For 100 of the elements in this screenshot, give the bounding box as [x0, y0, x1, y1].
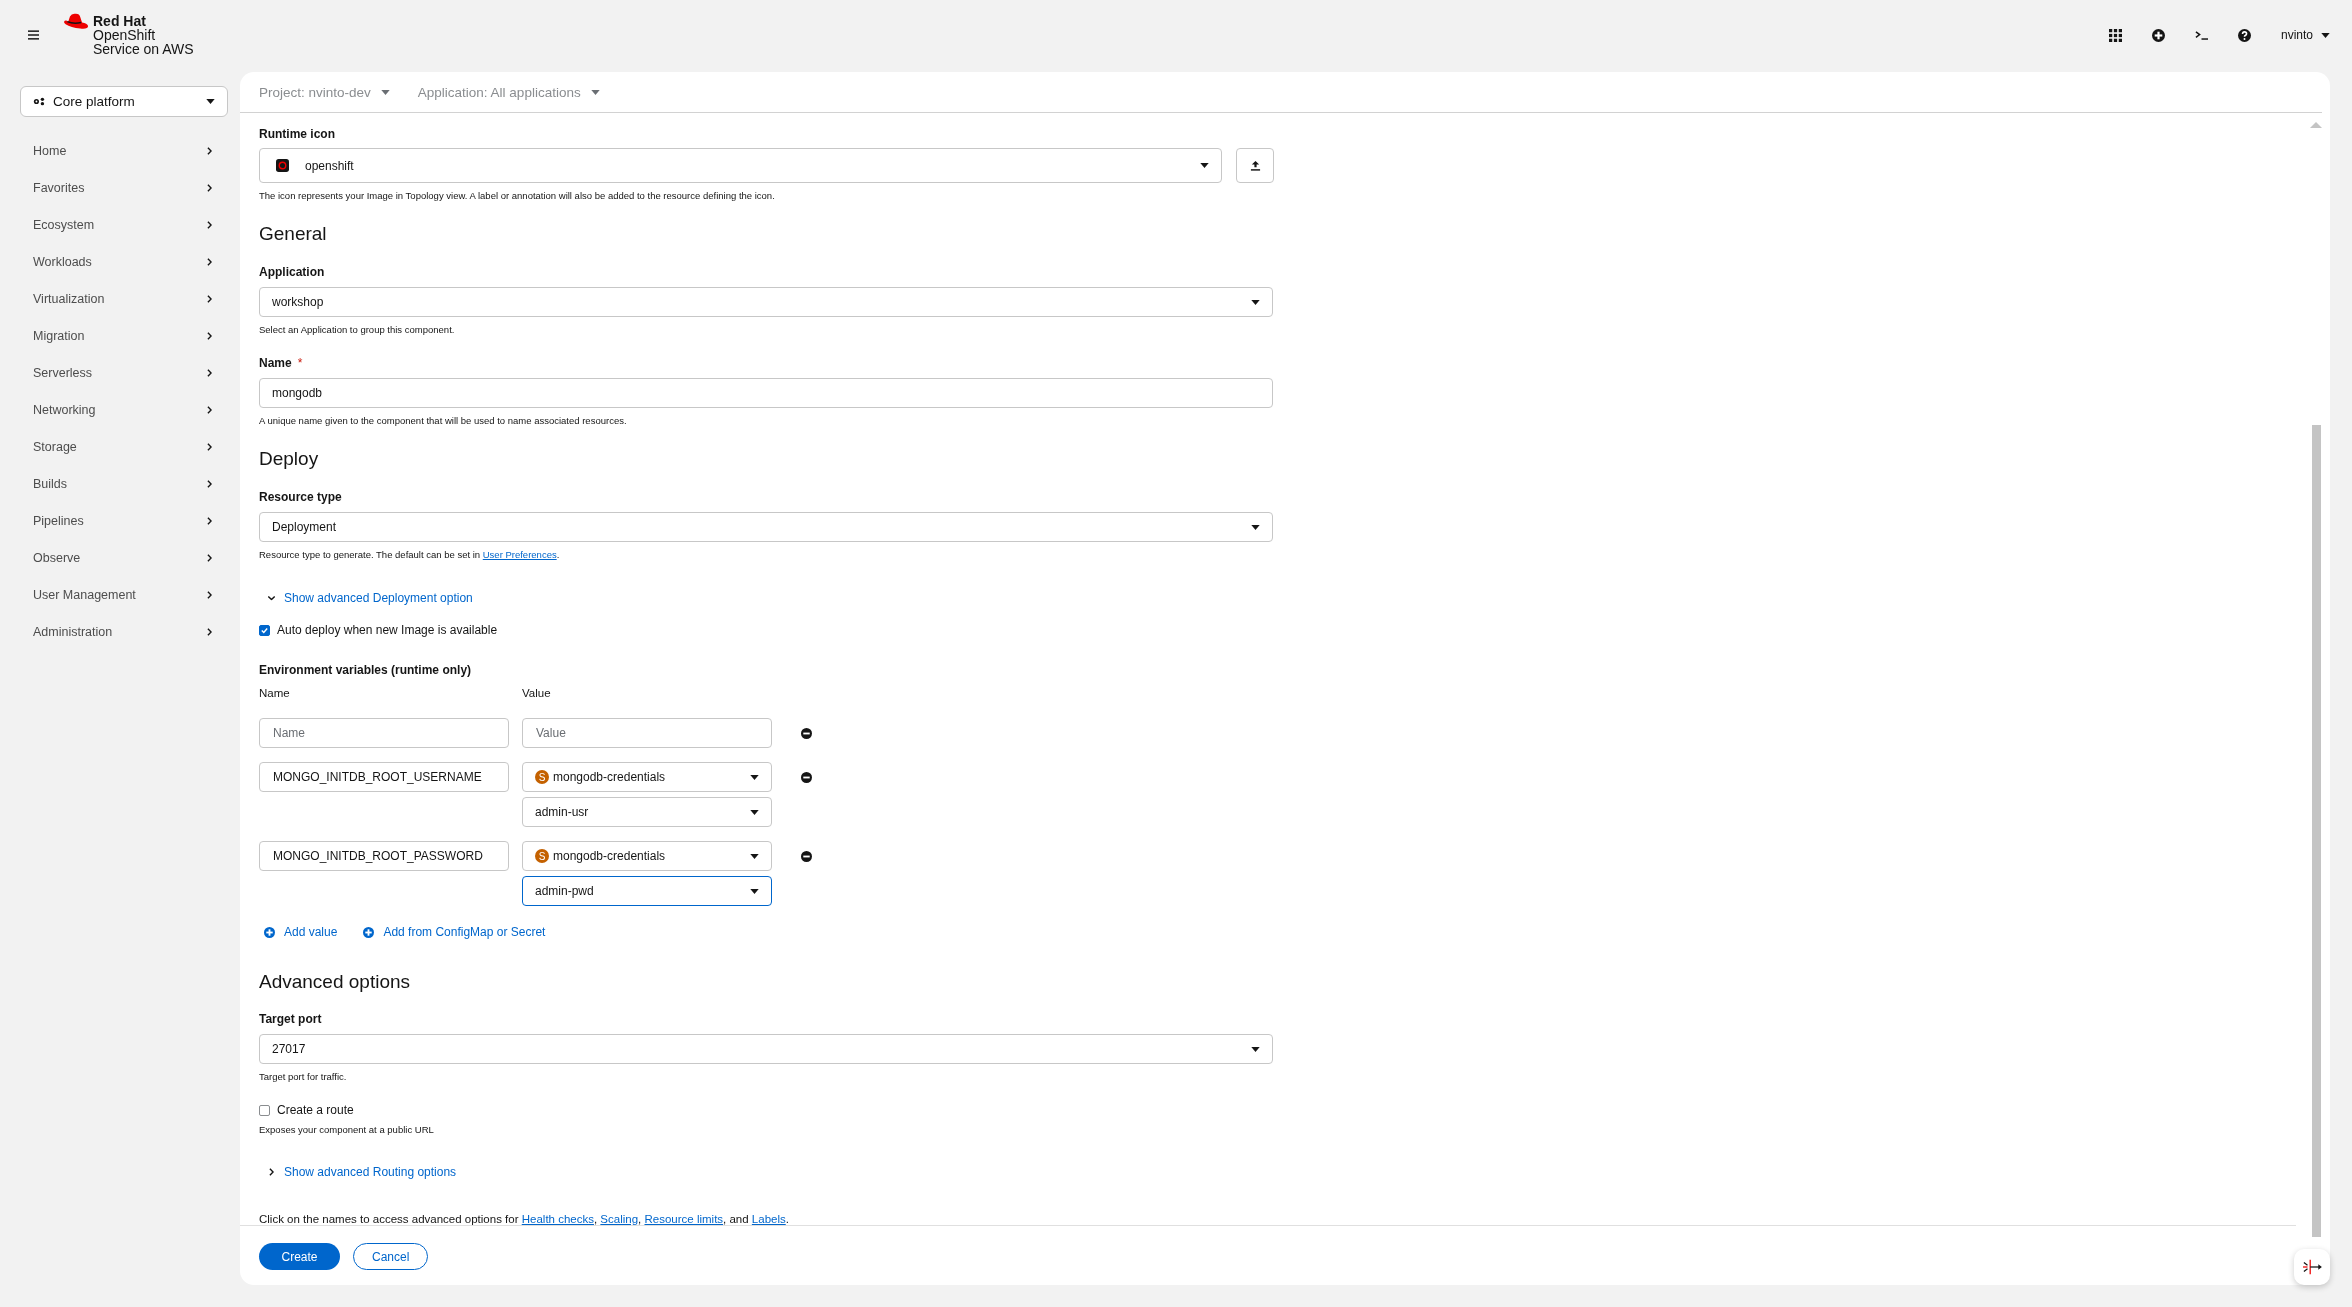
name-input[interactable]: Name	[259, 718, 509, 748]
caret-icon	[2321, 32, 2330, 38]
nav-item[interactable]: Serverless	[20, 354, 228, 391]
runtime-icon-select[interactable]: openshift	[259, 148, 1222, 183]
caret-icon	[750, 809, 759, 815]
create-button[interactable]: Create	[259, 1243, 340, 1270]
target-port-select[interactable]: 27017	[259, 1034, 1273, 1064]
caret-icon	[750, 853, 759, 859]
nav-item[interactable]: Administration	[20, 613, 228, 650]
help-text: Select an Application to group this component.	[259, 323, 456, 336]
auto-deploy-checkbox[interactable]: Auto deploy when new Image is available	[259, 623, 498, 637]
hat-logo-icon	[63, 13, 89, 32]
chevron-icon	[207, 553, 212, 562]
burst-arrow-icon	[2301, 1258, 2323, 1276]
field-label: Target port	[259, 1011, 323, 1027]
caret-icon	[750, 888, 759, 894]
remove-icon[interactable]	[801, 851, 812, 862]
nav-item[interactable]: Networking	[20, 391, 228, 428]
nav-item[interactable]: Observe	[20, 539, 228, 576]
check-icon	[260, 625, 269, 635]
gears-icon	[33, 97, 45, 106]
chevron-icon	[207, 146, 212, 155]
chevron-icon	[207, 479, 212, 488]
caret-icon	[1251, 299, 1260, 305]
chevron-icon	[207, 294, 212, 303]
secret-badge: S	[535, 849, 549, 863]
user-menu[interactable]: nvinto	[2280, 28, 2330, 42]
terminal-icon[interactable]	[2194, 28, 2208, 42]
brand-name: OpenShift	[93, 28, 157, 42]
option-link[interactable]: Labels	[751, 1213, 786, 1225]
menu-icon[interactable]	[28, 30, 39, 40]
help-text: The icon represents your Image in Topology view. A label or annotation will also be added to the resource defining the icon.	[259, 189, 776, 202]
caret-icon	[380, 89, 390, 95]
field-label: Application	[259, 264, 326, 280]
advanced-options-note: Click on the names to access advanced options for Health checks, Scaling, Resource limits, and Labels.	[259, 1212, 790, 1225]
column-header: Value	[522, 687, 552, 699]
remove-icon[interactable]	[801, 728, 812, 739]
chevron-icon	[207, 516, 212, 525]
nav-item[interactable]: Migration	[20, 317, 228, 354]
nav-item[interactable]: Storage	[20, 428, 228, 465]
add-icon	[363, 926, 375, 938]
context-selector[interactable]: Project: nvinto-dev	[259, 84, 390, 100]
scrollbar-thumb[interactable]	[2311, 425, 2321, 1237]
caret-icon	[1251, 524, 1260, 530]
chevron-icon	[207, 183, 212, 192]
add-link[interactable]: Add value	[264, 925, 338, 939]
help-text: Resource type to generate. The default can be set in User Preferences.	[259, 548, 561, 561]
chevron-icon	[207, 257, 212, 266]
upload-button[interactable]	[1236, 148, 1274, 183]
chevron-icon	[207, 590, 212, 599]
app-grid-icon[interactable]	[2108, 28, 2122, 42]
nav-item[interactable]: User Management	[20, 576, 228, 613]
remove-icon[interactable]	[801, 772, 812, 783]
resource-type-select[interactable]: Deployment	[259, 512, 1273, 542]
assistant-button[interactable]	[2294, 1249, 2330, 1285]
chevron-icon	[207, 220, 212, 229]
option-link[interactable]: Health checks	[521, 1213, 594, 1225]
nav-item[interactable]: Virtualization	[20, 280, 228, 317]
secret-select[interactable]: S mongodb-credentials	[522, 841, 772, 871]
perspective-switcher[interactable]: Core platform	[20, 86, 228, 117]
key-select[interactable]: admin-pwd	[522, 876, 772, 906]
preferences-link[interactable]: User Preferences	[482, 549, 557, 560]
name-input[interactable]: mongodb	[259, 378, 1273, 408]
help-text: A unique name given to the component that will be used to name associated resources.	[259, 414, 628, 427]
nav-item[interactable]: Ecosystem	[20, 206, 228, 243]
nav-item[interactable]: Favorites	[20, 169, 228, 206]
add-link[interactable]: Add from ConfigMap or Secret	[363, 925, 546, 939]
add-icon	[264, 926, 275, 938]
section-heading: Advanced options	[259, 970, 412, 994]
nav-item[interactable]: Pipelines	[20, 502, 228, 539]
help-icon[interactable]	[2237, 28, 2251, 42]
help-text: Target port for traffic.	[259, 1070, 348, 1083]
advanced-routing-toggle[interactable]: Show advanced Routing options	[284, 1165, 457, 1179]
cancel-button[interactable]: Cancel	[353, 1243, 428, 1270]
advanced-deployment-toggle[interactable]: Show advanced Deployment option	[284, 591, 473, 605]
secret-select[interactable]: S mongodb-credentials	[522, 762, 772, 792]
chevron-icon	[207, 331, 212, 340]
caret-icon	[206, 99, 215, 104]
chevron-icon	[207, 627, 212, 636]
nav-item[interactable]: Builds	[20, 465, 228, 502]
add-icon[interactable]	[2151, 28, 2165, 42]
chevron-icon	[207, 405, 212, 414]
nav-item[interactable]: Workloads	[20, 243, 228, 280]
key-select[interactable]: admin-usr	[522, 797, 772, 827]
column-header: Name	[259, 687, 291, 699]
create-route-checkbox[interactable]: Create a route	[259, 1103, 354, 1117]
secret-badge: S	[535, 770, 549, 784]
field-label: Environment variables (runtime only)	[259, 662, 473, 678]
application-select[interactable]: workshop	[259, 287, 1273, 317]
nav-item[interactable]: Home	[20, 132, 228, 169]
field-label: Name	[259, 355, 292, 371]
field-label: Runtime icon	[259, 126, 336, 142]
caret-icon	[1200, 163, 1209, 168]
name-input[interactable]: MONGO_INITDB_ROOT_USERNAME	[259, 762, 509, 792]
value-input[interactable]: Value	[522, 718, 772, 748]
section-heading: Deploy	[259, 447, 320, 471]
name-input[interactable]: MONGO_INITDB_ROOT_PASSWORD	[259, 841, 509, 871]
brand-name: Red Hat	[93, 14, 147, 28]
section-heading: General	[259, 222, 328, 246]
brand-name: Service on AWS	[93, 42, 194, 56]
